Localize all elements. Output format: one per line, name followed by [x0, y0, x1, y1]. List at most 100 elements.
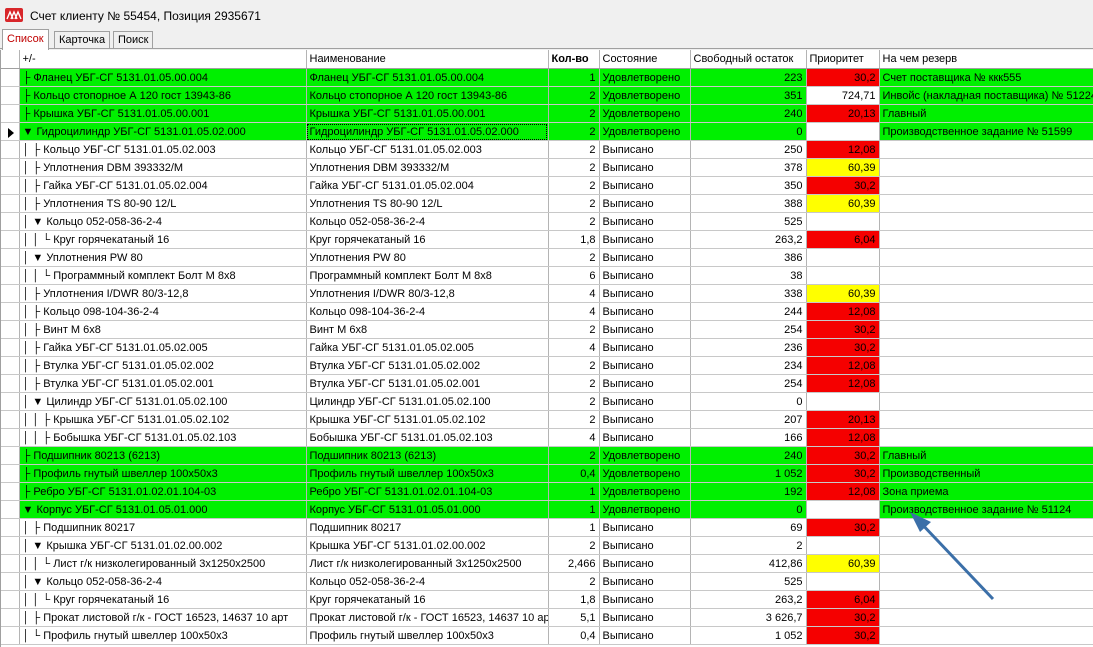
tree-cell[interactable]: │ │ └ Программный комплект Болт М 8x8: [19, 266, 307, 285]
reserve-cell[interactable]: Главный: [879, 446, 1093, 465]
name-cell[interactable]: Кольцо УБГ-СГ 5131.01.05.02.003: [306, 140, 549, 159]
name-cell[interactable]: Ребро УБГ-СГ 5131.01.02.01.104-03: [306, 482, 549, 501]
row-indicator[interactable]: [1, 158, 20, 177]
state-cell[interactable]: Выписано: [599, 338, 691, 357]
qty-cell[interactable]: 2: [548, 392, 600, 411]
name-cell[interactable]: Кольцо 052-058-36-2-4: [306, 212, 549, 231]
qty-cell[interactable]: 6: [548, 266, 600, 285]
priority-cell[interactable]: 60,39: [806, 284, 880, 303]
table-row[interactable]: │ └ Профиль гнутый швеллер 100x50x3 Профи…: [1, 626, 1093, 645]
reserve-cell[interactable]: Инвойс (накладная поставщика) № 51224: [879, 86, 1093, 105]
table-row[interactable]: │ ├ Прокат листовой г/к - ГОСТ 16523, 14…: [1, 608, 1093, 627]
name-cell[interactable]: Профиль гнутый швеллер 100x50x3: [306, 464, 549, 483]
row-indicator[interactable]: [1, 428, 20, 447]
state-cell[interactable]: Выписано: [599, 266, 691, 285]
tree-cell[interactable]: ▼ Корпус УБГ-СГ 5131.01.05.01.000: [19, 500, 307, 519]
row-indicator[interactable]: [1, 608, 20, 627]
tree-cell[interactable]: ├ Крышка УБГ-СГ 5131.01.05.00.001: [19, 104, 307, 123]
tab-list[interactable]: Список: [2, 29, 49, 50]
qty-cell[interactable]: 2: [548, 86, 600, 105]
qty-cell[interactable]: 2: [548, 536, 600, 555]
table-row[interactable]: │ ├ Втулка УБГ-СГ 5131.01.05.02.002 Втулк…: [1, 356, 1093, 375]
reserve-cell[interactable]: [879, 320, 1093, 339]
tab-search[interactable]: Поиск: [113, 31, 154, 49]
tree-cell[interactable]: ├ Подшипник 80213 (6213): [19, 446, 307, 465]
priority-cell[interactable]: [806, 392, 880, 411]
row-indicator[interactable]: [1, 176, 20, 195]
row-indicator[interactable]: [1, 266, 20, 285]
tree-cell[interactable]: │ ├ Прокат листовой г/к - ГОСТ 16523, 14…: [19, 608, 307, 627]
qty-cell[interactable]: 1: [548, 518, 600, 537]
state-cell[interactable]: Выписано: [599, 392, 691, 411]
column-header-name[interactable]: Наименование: [306, 50, 549, 69]
free-stock-cell[interactable]: 263,2: [690, 230, 807, 249]
tree-cell[interactable]: │ │ └ Круг горячекатаный 16: [19, 590, 307, 609]
name-cell[interactable]: Подшипник 80213 (6213): [306, 446, 549, 465]
free-stock-cell[interactable]: 234: [690, 356, 807, 375]
name-cell[interactable]: Уплотнения TS 80-90 12/L: [306, 194, 549, 213]
name-cell[interactable]: Крышка УБГ-СГ 5131.01.05.02.102: [306, 410, 549, 429]
priority-cell[interactable]: 12,08: [806, 428, 880, 447]
tree-cell[interactable]: │ ├ Уплотнения TS 80-90 12/L: [19, 194, 307, 213]
tree-cell[interactable]: ├ Кольцо стопорное А 120 гост 13943-86: [19, 86, 307, 105]
data-grid[interactable]: +/- Наименование Кол-во Состояние Свобод…: [0, 50, 1093, 647]
name-cell[interactable]: Бобышка УБГ-СГ 5131.01.05.02.103: [306, 428, 549, 447]
row-indicator[interactable]: [1, 446, 20, 465]
name-cell[interactable]: Цилиндр УБГ-СГ 5131.01.05.02.100: [306, 392, 549, 411]
tree-cell[interactable]: │ │ └ Лист г/к низколегированный 3x1250x…: [19, 554, 307, 573]
free-stock-cell[interactable]: 240: [690, 104, 807, 123]
tree-cell[interactable]: │ ├ Кольцо УБГ-СГ 5131.01.05.02.003: [19, 140, 307, 159]
priority-cell[interactable]: 30,2: [806, 320, 880, 339]
qty-cell[interactable]: 2: [548, 248, 600, 267]
priority-cell[interactable]: 30,2: [806, 518, 880, 537]
name-cell[interactable]: Фланец УБГ-СГ 5131.01.05.00.004: [306, 68, 549, 87]
table-row[interactable]: │ ▼ Кольцо 052-058-36-2-4 Кольцо 052-058-…: [1, 212, 1093, 231]
tree-cell[interactable]: │ ├ Винт М 6x8: [19, 320, 307, 339]
state-cell[interactable]: Выписано: [599, 284, 691, 303]
free-stock-cell[interactable]: 338: [690, 284, 807, 303]
qty-cell[interactable]: 2: [548, 572, 600, 591]
state-cell[interactable]: Выписано: [599, 194, 691, 213]
state-cell[interactable]: Выписано: [599, 626, 691, 645]
qty-cell[interactable]: 1,8: [548, 230, 600, 249]
reserve-cell[interactable]: [879, 572, 1093, 591]
table-row[interactable]: │ │ └ Круг горячекатаный 16 Круг горячека…: [1, 230, 1093, 249]
tree-cell[interactable]: │ ├ Гайка УБГ-СГ 5131.01.05.02.005: [19, 338, 307, 357]
free-stock-cell[interactable]: 2: [690, 536, 807, 555]
state-cell[interactable]: Удовлетворено: [599, 68, 691, 87]
table-row[interactable]: │ │ ├ Бобышка УБГ-СГ 5131.01.05.02.103 Бо…: [1, 428, 1093, 447]
tab-card[interactable]: Карточка: [54, 31, 111, 49]
state-cell[interactable]: Выписано: [599, 320, 691, 339]
name-cell[interactable]: Прокат листовой г/к - ГОСТ 16523, 14637 …: [306, 608, 549, 627]
priority-cell[interactable]: [806, 122, 880, 141]
row-indicator[interactable]: [1, 284, 20, 303]
reserve-cell[interactable]: Зона приема: [879, 482, 1093, 501]
tree-cell[interactable]: │ ├ Подшипник 80217: [19, 518, 307, 537]
priority-cell[interactable]: [806, 248, 880, 267]
table-row[interactable]: │ ├ Уплотнения TS 80-90 12/L Уплотнения T…: [1, 194, 1093, 213]
free-stock-cell[interactable]: 3 626,7: [690, 608, 807, 627]
qty-cell[interactable]: 2: [548, 356, 600, 375]
table-row[interactable]: ├ Ребро УБГ-СГ 5131.01.02.01.104-03 Ребро…: [1, 482, 1093, 501]
name-cell[interactable]: Крышка УБГ-СГ 5131.01.05.00.001: [306, 104, 549, 123]
reserve-cell[interactable]: [879, 626, 1093, 645]
state-cell[interactable]: Удовлетворено: [599, 482, 691, 501]
column-header-qty[interactable]: Кол-во: [548, 50, 600, 69]
free-stock-cell[interactable]: 1 052: [690, 626, 807, 645]
qty-cell[interactable]: 4: [548, 302, 600, 321]
priority-cell[interactable]: [806, 212, 880, 231]
state-cell[interactable]: Выписано: [599, 302, 691, 321]
name-cell[interactable]: Уплотнения I/DWR 80/3-12,8: [306, 284, 549, 303]
free-stock-cell[interactable]: 351: [690, 86, 807, 105]
row-indicator[interactable]: [1, 554, 20, 573]
free-stock-cell[interactable]: 254: [690, 374, 807, 393]
row-indicator[interactable]: [1, 338, 20, 357]
name-cell[interactable]: Корпус УБГ-СГ 5131.01.05.01.000: [306, 500, 549, 519]
name-cell[interactable]: Кольцо 098-104-36-2-4: [306, 302, 549, 321]
free-stock-cell[interactable]: 207: [690, 410, 807, 429]
reserve-cell[interactable]: [879, 554, 1093, 573]
priority-cell[interactable]: 12,08: [806, 374, 880, 393]
name-cell[interactable]: Круг горячекатаный 16: [306, 590, 549, 609]
row-indicator[interactable]: [1, 536, 20, 555]
qty-cell[interactable]: 4: [548, 428, 600, 447]
